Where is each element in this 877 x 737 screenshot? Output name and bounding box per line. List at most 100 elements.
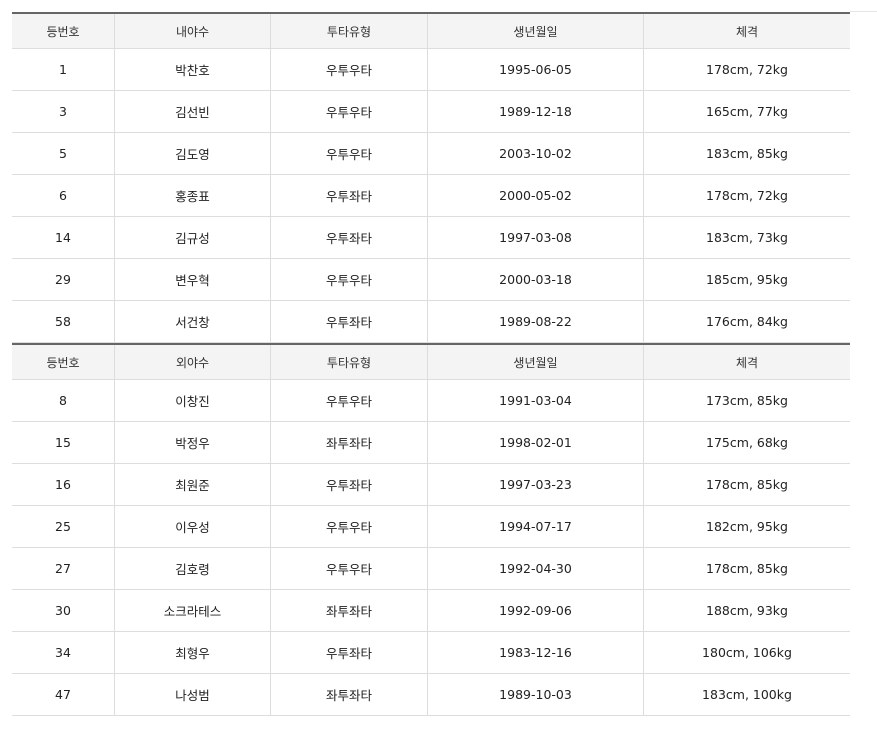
cell-number: 15 <box>12 422 115 463</box>
column-header-name: 외야수 <box>115 345 271 379</box>
cell-bat-throw-type: 우투우타 <box>271 91 428 132</box>
cell-name: 변우혁 <box>115 259 271 300</box>
cell-birthdate: 1994-07-17 <box>428 506 644 547</box>
cell-bat-throw-type: 우투우타 <box>271 133 428 174</box>
cell-name: 박정우 <box>115 422 271 463</box>
table-row: 15 박정우 좌투좌타 1998-02-01 175cm, 68kg <box>12 422 850 464</box>
cell-physique: 165cm, 77kg <box>706 104 788 119</box>
cell-physique: 175cm, 68kg <box>706 435 788 450</box>
cell-physique: 180cm, 106kg <box>702 645 792 660</box>
cell-birthdate: 1991-03-04 <box>428 380 644 421</box>
table-row: 14 김규성 우투좌타 1997-03-08 183cm, 73kg <box>12 217 850 259</box>
cell-physique: 182cm, 95kg <box>706 519 788 534</box>
cell-name: 최원준 <box>115 464 271 505</box>
cell-physique: 183cm, 85kg <box>706 146 788 161</box>
cell-number: 34 <box>12 632 115 673</box>
cell-birthdate: 2000-03-18 <box>428 259 644 300</box>
cell-birthdate: 1998-02-01 <box>428 422 644 463</box>
column-header-name: 내야수 <box>115 14 271 48</box>
table-row: 1 박찬호 우투우타 1995-06-05 178cm, 72kg <box>12 49 850 91</box>
player-roster-table: 등번호 내야수 투타유형 생년월일 체격 1 박찬호 우투우타 1995-06-05 178cm,… <box>12 12 850 716</box>
table-row: 16 최원준 우투좌타 1997-03-23 178cm, 85kg <box>12 464 850 506</box>
cell-bat-throw-type: 우투우타 <box>271 259 428 300</box>
cell-name: 최형우 <box>115 632 271 673</box>
cell-physique: 173cm, 85kg <box>706 393 788 408</box>
column-header-number: 등번호 <box>12 345 115 379</box>
cell-number: 5 <box>12 133 115 174</box>
cell-number: 1 <box>12 49 115 90</box>
cell-number: 14 <box>12 217 115 258</box>
cell-birthdate: 2003-10-02 <box>428 133 644 174</box>
cell-number: 29 <box>12 259 115 300</box>
outfielders-section: 등번호 외야수 투타유형 생년월일 체격 8 이창진 우투우타 1991-03-04 173cm,… <box>12 343 850 716</box>
cell-birthdate: 1989-08-22 <box>428 301 644 342</box>
cell-physique: 178cm, 72kg <box>706 62 788 77</box>
cell-name: 이우성 <box>115 506 271 547</box>
cell-physique: 188cm, 93kg <box>706 603 788 618</box>
column-header-birthdate: 생년월일 <box>428 345 644 379</box>
cell-birthdate: 1997-03-23 <box>428 464 644 505</box>
cell-name: 이창진 <box>115 380 271 421</box>
table-row: 27 김호령 우투우타 1992-04-30 178cm, 85kg <box>12 548 850 590</box>
cell-bat-throw-type: 우투좌타 <box>271 301 428 342</box>
cell-name: 나성범 <box>115 674 271 715</box>
cell-birthdate: 2000-05-02 <box>428 175 644 216</box>
cell-name: 김도영 <box>115 133 271 174</box>
column-header-bat-throw-type: 투타유형 <box>271 14 428 48</box>
cell-physique: 178cm, 85kg <box>706 477 788 492</box>
cell-name: 김선빈 <box>115 91 271 132</box>
cell-number: 58 <box>12 301 115 342</box>
table-row: 3 김선빈 우투우타 1989-12-18 165cm, 77kg <box>12 91 850 133</box>
cell-birthdate: 1992-09-06 <box>428 590 644 631</box>
cell-number: 8 <box>12 380 115 421</box>
cell-number: 30 <box>12 590 115 631</box>
cell-birthdate: 1989-12-18 <box>428 91 644 132</box>
cell-physique: 185cm, 95kg <box>706 272 788 287</box>
table-row: 30 소크라테스 좌투좌타 1992-09-06 188cm, 93kg <box>12 590 850 632</box>
cell-physique: 178cm, 85kg <box>706 561 788 576</box>
cell-bat-throw-type: 우투좌타 <box>271 632 428 673</box>
cell-name: 김호령 <box>115 548 271 589</box>
cell-bat-throw-type: 좌투좌타 <box>271 590 428 631</box>
cell-physique: 178cm, 72kg <box>706 188 788 203</box>
cell-bat-throw-type: 우투좌타 <box>271 464 428 505</box>
cell-name: 박찬호 <box>115 49 271 90</box>
table-header-row: 등번호 외야수 투타유형 생년월일 체격 <box>12 345 850 380</box>
column-header-number: 등번호 <box>12 14 115 48</box>
cell-number: 16 <box>12 464 115 505</box>
table-header-row: 등번호 내야수 투타유형 생년월일 체격 <box>12 14 850 49</box>
cell-name: 홍종표 <box>115 175 271 216</box>
table-row: 25 이우성 우투우타 1994-07-17 182cm, 95kg <box>12 506 850 548</box>
infielders-section: 등번호 내야수 투타유형 생년월일 체격 1 박찬호 우투우타 1995-06-05 178cm,… <box>12 12 850 343</box>
cell-name: 서건창 <box>115 301 271 342</box>
cell-number: 6 <box>12 175 115 216</box>
column-header-physique: 체격 <box>735 24 759 39</box>
cell-number: 47 <box>12 674 115 715</box>
cell-physique: 176cm, 84kg <box>706 314 788 329</box>
column-header-bat-throw-type: 투타유형 <box>271 345 428 379</box>
table-row: 58 서건창 우투좌타 1989-08-22 176cm, 84kg <box>12 301 850 343</box>
cell-bat-throw-type: 우투우타 <box>271 380 428 421</box>
table-row: 5 김도영 우투우타 2003-10-02 183cm, 85kg <box>12 133 850 175</box>
cell-physique: 183cm, 100kg <box>702 687 792 702</box>
cell-birthdate: 1992-04-30 <box>428 548 644 589</box>
cell-number: 3 <box>12 91 115 132</box>
cell-number: 25 <box>12 506 115 547</box>
cell-bat-throw-type: 우투우타 <box>271 49 428 90</box>
table-row: 6 홍종표 우투좌타 2000-05-02 178cm, 72kg <box>12 175 850 217</box>
column-header-physique: 체격 <box>735 355 759 370</box>
top-divider-line <box>850 11 877 12</box>
column-header-birthdate: 생년월일 <box>428 14 644 48</box>
cell-birthdate: 1997-03-08 <box>428 217 644 258</box>
cell-bat-throw-type: 우투우타 <box>271 548 428 589</box>
table-row: 8 이창진 우투우타 1991-03-04 173cm, 85kg <box>12 380 850 422</box>
cell-name: 김규성 <box>115 217 271 258</box>
cell-birthdate: 1983-12-16 <box>428 632 644 673</box>
cell-bat-throw-type: 좌투좌타 <box>271 422 428 463</box>
table-row: 34 최형우 우투좌타 1983-12-16 180cm, 106kg <box>12 632 850 674</box>
cell-birthdate: 1989-10-03 <box>428 674 644 715</box>
cell-bat-throw-type: 우투좌타 <box>271 175 428 216</box>
cell-number: 27 <box>12 548 115 589</box>
cell-bat-throw-type: 우투좌타 <box>271 217 428 258</box>
cell-birthdate: 1995-06-05 <box>428 49 644 90</box>
